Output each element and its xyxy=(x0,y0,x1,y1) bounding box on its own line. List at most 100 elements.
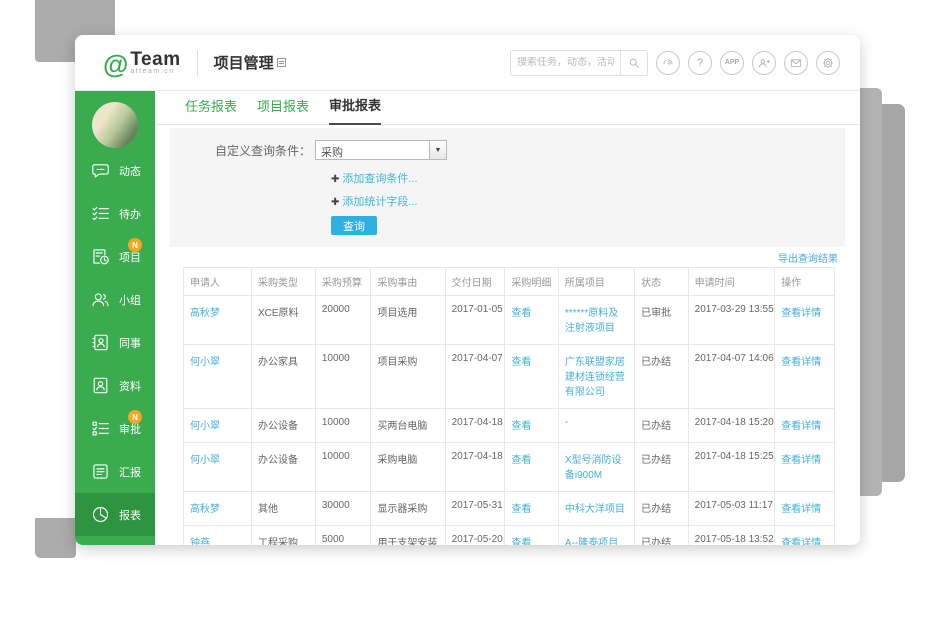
avatar[interactable] xyxy=(92,102,138,148)
cell-delivery-date: 2017-05-31 xyxy=(445,492,505,526)
cell-purchase-type: 其他 xyxy=(251,492,315,526)
app-header: @ Team atteam.cn 项目管理 xyxy=(75,35,860,91)
sidebar-item-project[interactable]: 项目 N xyxy=(75,235,155,278)
cell-action[interactable]: 查看详情 xyxy=(775,345,835,409)
cell-detail[interactable]: 查看 xyxy=(505,409,559,443)
settings-button[interactable] xyxy=(816,51,840,75)
cell-project[interactable]: A--隆泰项目 xyxy=(558,526,634,546)
logo-domain: atteam.cn xyxy=(130,68,180,75)
page: @ Team atteam.cn 项目管理 xyxy=(0,0,940,618)
sidebar-item-files[interactable]: 资料 xyxy=(75,364,155,407)
condition-select[interactable]: 采购 ▼ xyxy=(315,140,447,160)
cell-detail[interactable]: 查看 xyxy=(505,492,559,526)
cell-action[interactable]: 查看详情 xyxy=(775,409,835,443)
column-header-purchase-type: 采购类型 xyxy=(251,268,315,296)
filter-panel: 自定义查询条件： 采购 ▼ ✚添加查询条件... ✚添加统计字段... 查询 xyxy=(170,128,845,247)
cell-purchase-type: 办公家具 xyxy=(251,345,315,409)
cell-delivery-date: 2017-04-18 xyxy=(445,443,505,492)
invite-user-button[interactable] xyxy=(752,51,776,75)
query-button[interactable]: 查询 xyxy=(331,216,377,235)
group-people-icon xyxy=(90,289,111,310)
cell-delivery-date: 2017-04-07 xyxy=(445,345,505,409)
column-header-project: 所属项目 xyxy=(558,268,634,296)
cell-applicant[interactable]: 何小翠 xyxy=(184,443,252,492)
title-info-icon[interactable] xyxy=(277,58,286,67)
sidebar-item-reports[interactable]: 报表 xyxy=(75,493,155,536)
cell-applicant[interactable]: 何小翠 xyxy=(184,409,252,443)
tab-project-reports[interactable]: 项目报表 xyxy=(257,96,309,124)
cell-project[interactable]: 中科大洋项目 xyxy=(558,492,634,526)
cell-detail[interactable]: 查看 xyxy=(505,345,559,409)
cell-budget: 20000 xyxy=(315,296,371,345)
column-header-reason: 采购事由 xyxy=(371,268,445,296)
cell-action[interactable]: 查看详情 xyxy=(775,443,835,492)
search-button[interactable] xyxy=(620,51,647,75)
cell-detail[interactable]: 查看 xyxy=(505,526,559,546)
report-notebook-icon xyxy=(90,461,111,482)
cell-applicant[interactable]: 何小翠 xyxy=(184,345,252,409)
cell-apply-time: 2017-04-18 15:20 xyxy=(688,409,775,443)
table-row: 何小翠办公设备10000采购电脑2017-04-18查看X型号消防设备i900M… xyxy=(184,443,835,492)
cell-purchase-type: 工程采购 xyxy=(251,526,315,546)
sidebar-item-label: 汇报 xyxy=(119,464,141,480)
sidebar-item-group[interactable]: 小组 xyxy=(75,278,155,321)
fingerprint-button[interactable] xyxy=(656,51,680,75)
cell-project[interactable]: X型号消防设备i900M xyxy=(558,443,634,492)
cell-action[interactable]: 查看详情 xyxy=(775,296,835,345)
sidebar-item-label: 同事 xyxy=(119,335,141,351)
sidebar-item-approval[interactable]: 审批 N xyxy=(75,407,155,450)
add-condition-label: 添加查询条件... xyxy=(342,173,417,185)
cell-status: 已办结 xyxy=(635,345,689,409)
header-actions: ? APP xyxy=(510,50,840,76)
column-header-action: 操作 xyxy=(775,268,835,296)
mail-button[interactable] xyxy=(784,51,808,75)
pie-chart-icon xyxy=(90,504,111,525)
cell-reason: 显示器采购 xyxy=(371,492,445,526)
column-header-detail: 采购明细 xyxy=(505,268,559,296)
cell-action[interactable]: 查看详情 xyxy=(775,492,835,526)
tab-task-reports[interactable]: 任务报表 xyxy=(185,96,237,124)
sidebar-item-label: 资料 xyxy=(119,378,141,394)
search-input[interactable] xyxy=(511,57,620,68)
header-divider xyxy=(197,50,198,76)
sidebar-item-label: 报表 xyxy=(119,507,141,523)
app-button[interactable]: APP xyxy=(720,51,744,75)
tab-approval-reports[interactable]: 审批报表 xyxy=(329,95,381,125)
sidebar-item-feed[interactable]: 动态 xyxy=(75,149,155,192)
cell-reason: 项目选用 xyxy=(371,296,445,345)
approval-table: 申请人采购类型采购预算采购事由交付日期采购明细所属项目状态申请时间操作 高秋梦 X… xyxy=(183,267,835,545)
cell-delivery-date: 2017-01-05 xyxy=(445,296,505,345)
cell-project[interactable]: ******原料及注射液项目 xyxy=(558,296,634,345)
add-condition-link[interactable]: ✚添加查询条件... xyxy=(331,170,845,186)
cell-delivery-date: 2017-05-20 xyxy=(445,526,505,546)
cell-project[interactable]: 广东联盟家居建材连锁经营有限公司 xyxy=(558,345,634,409)
app-window: @ Team atteam.cn 项目管理 xyxy=(75,35,860,545)
cell-status: 已办结 xyxy=(635,409,689,443)
condition-select-value: 采购 xyxy=(316,141,429,159)
cell-detail[interactable]: 查看 xyxy=(505,296,559,345)
cell-action[interactable]: 查看详情 xyxy=(775,526,835,546)
sidebar-item-label: 待办 xyxy=(119,206,141,222)
cell-applicant[interactable]: 钟燕 xyxy=(184,526,252,546)
column-header-budget: 采购预算 xyxy=(315,268,371,296)
todo-checklist-icon xyxy=(90,203,111,224)
cell-budget: 5000 xyxy=(315,526,371,546)
plus-icon: ✚ xyxy=(331,174,339,185)
sidebar-item-colleagues[interactable]: 同事 xyxy=(75,321,155,364)
cell-apply-time: 2017-05-18 13:52 xyxy=(688,526,775,546)
table-head-row: 申请人采购类型采购预算采购事由交付日期采购明细所属项目状态申请时间操作 xyxy=(184,268,835,296)
cell-detail[interactable]: 查看 xyxy=(505,443,559,492)
cell-applicant[interactable]: 高秋梦 xyxy=(184,296,252,345)
cell-applicant[interactable]: 高秋梦 xyxy=(184,492,252,526)
cell-project[interactable]: - xyxy=(558,409,634,443)
add-stat-field-link[interactable]: ✚添加统计字段... xyxy=(331,193,845,209)
search-icon xyxy=(627,56,641,70)
sidebar-item-report[interactable]: 汇报 xyxy=(75,450,155,493)
table-row: 高秋梦其他30000显示器采购2017-05-31查看中科大洋项目已办结2017… xyxy=(184,492,835,526)
sidebar-item-todo[interactable]: 待办 xyxy=(75,192,155,235)
help-button[interactable]: ? xyxy=(688,51,712,75)
export-results-link[interactable]: 导出查询结果 xyxy=(778,250,838,265)
approval-table-wrap: 申请人采购类型采购预算采购事由交付日期采购明细所属项目状态申请时间操作 高秋梦 X… xyxy=(183,267,835,545)
help-icon: ? xyxy=(697,57,703,69)
chevron-down-icon: ▼ xyxy=(429,141,446,159)
